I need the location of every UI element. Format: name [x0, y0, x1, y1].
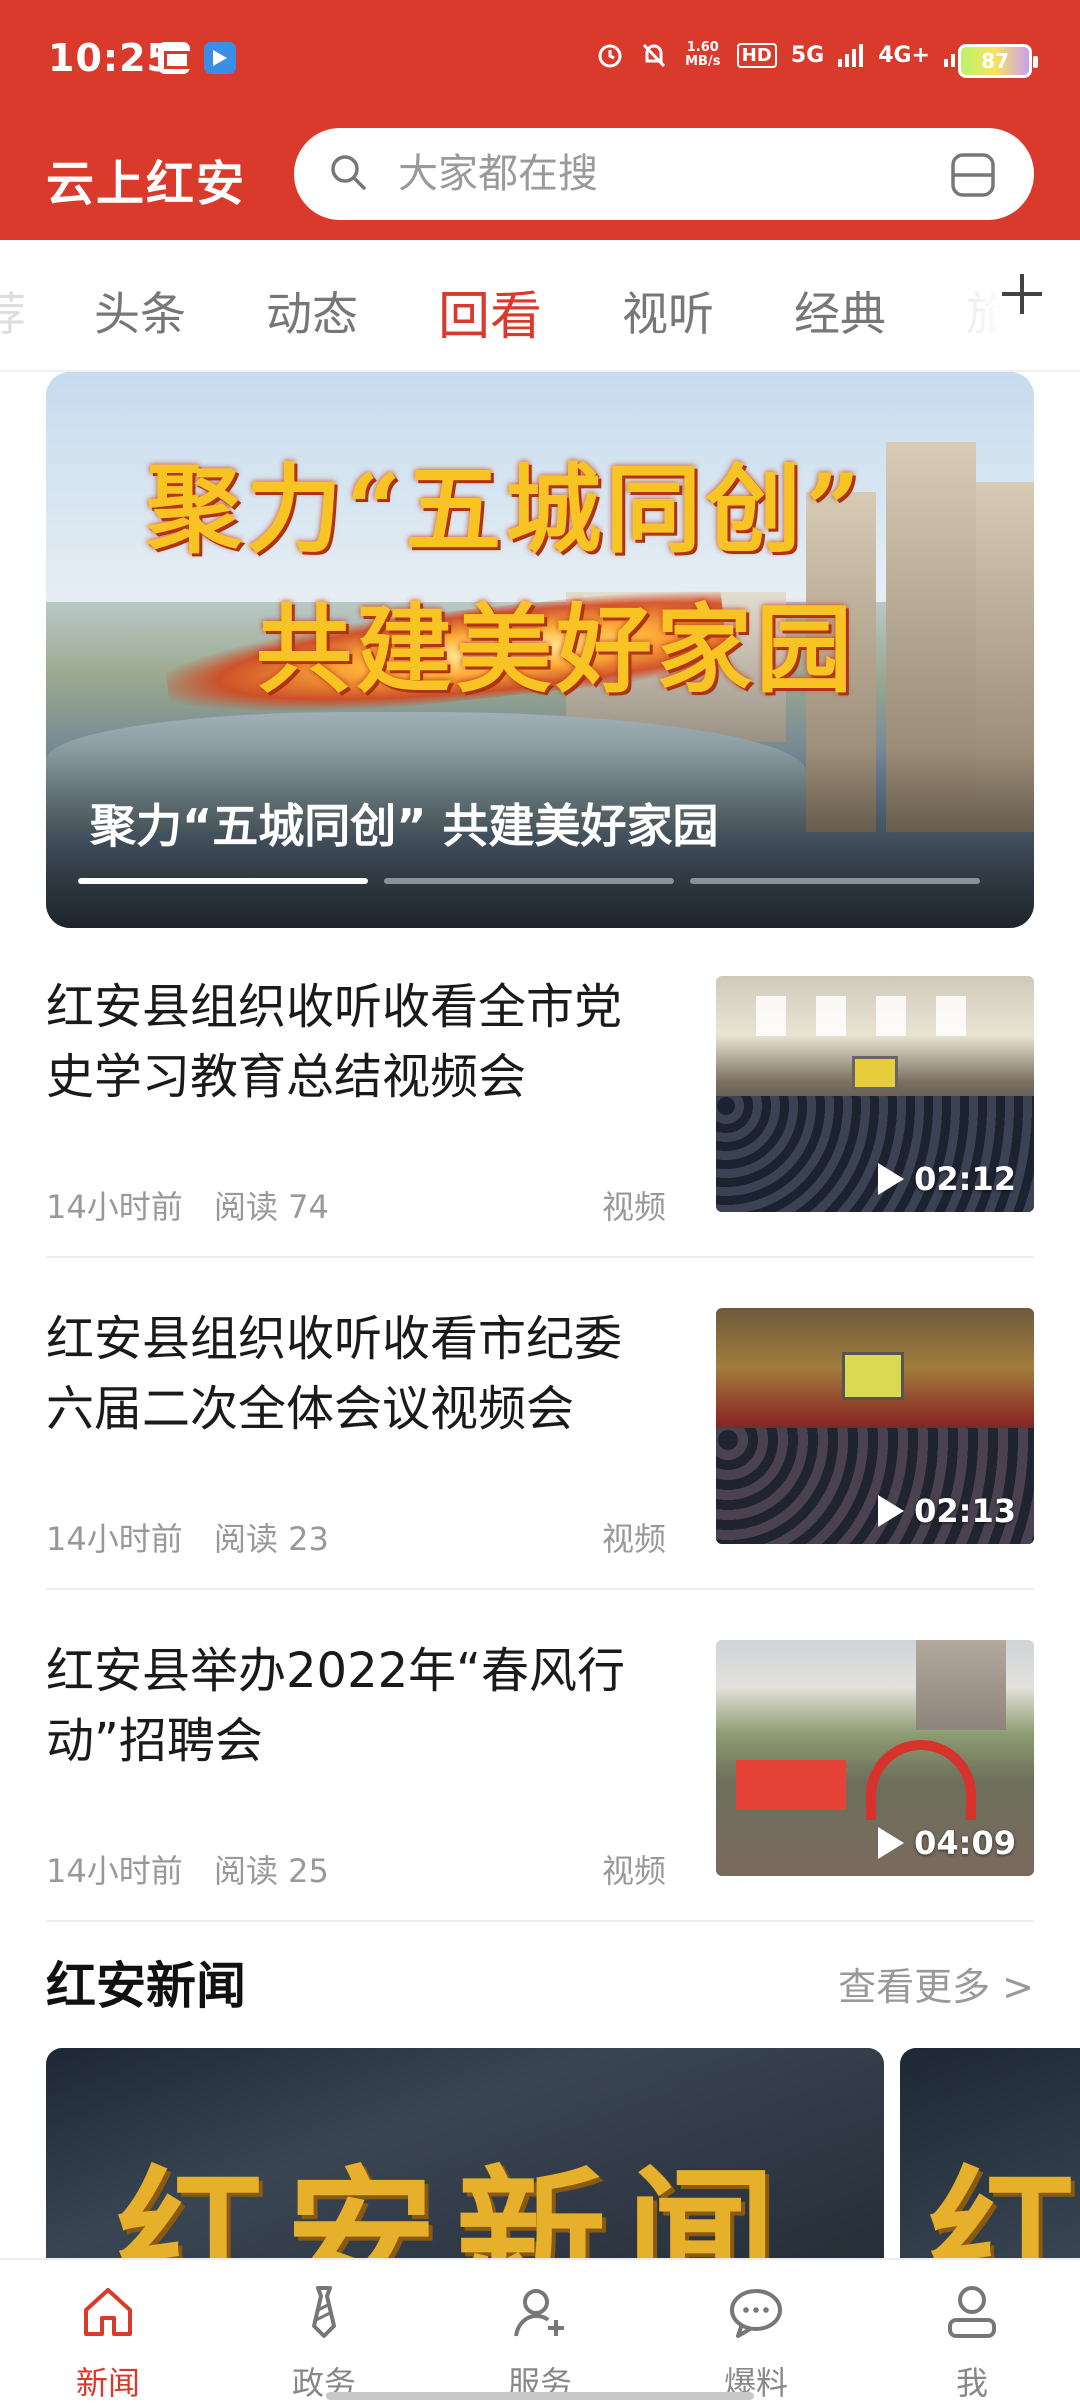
thumb-screen — [842, 1352, 904, 1400]
alarm-icon — [598, 44, 622, 68]
news-type-label: 视频 — [601, 1188, 666, 1226]
system-home-indicator[interactable] — [326, 2392, 754, 2400]
video-duration: 02:13 — [878, 1492, 1016, 1530]
status-bar: 10:25 1.60 MB/s HD 5G 4G+ 87 — [0, 0, 1080, 120]
thumb-ceiling-lights — [756, 996, 996, 1036]
news-thumbnail[interactable]: 02:12 — [716, 976, 1034, 1212]
thumb-screen — [852, 1056, 898, 1090]
divider — [46, 1588, 1034, 1590]
video-duration: 02:12 — [878, 1160, 1016, 1198]
nav-label: 我 — [955, 2364, 988, 2402]
app-title: 云上红安 — [46, 156, 247, 212]
network-speed: 1.60 MB/s — [685, 40, 721, 69]
tab-replay[interactable]: 回看 — [438, 274, 542, 349]
view-more-link[interactable]: 查看更多 > — [838, 1956, 1034, 2011]
home-icon — [84, 2288, 132, 2336]
battery-indicator: 87 — [958, 44, 1038, 78]
banner-overlay-text-2: 共建美好家园 — [256, 593, 856, 706]
search-input[interactable] — [398, 150, 918, 198]
search-bar[interactable] — [294, 128, 1034, 220]
network-4g: 4G+ — [878, 42, 930, 68]
tab-classic[interactable]: 经典 — [794, 278, 886, 344]
thumb-arch — [866, 1740, 976, 1820]
nav-news[interactable]: 新闻 — [0, 2260, 216, 2408]
section-card-text: 红安新闻 — [116, 2151, 797, 2258]
section-video-card-next[interactable]: 红 — [900, 2048, 1080, 2258]
news-thumbnail[interactable]: 04:09 — [716, 1640, 1034, 1876]
channel-tabs: 荐 头条 动态 回看 视听 经典 旅 — [0, 240, 1080, 372]
play-icon — [878, 1495, 905, 1527]
tie-icon — [312, 2286, 336, 2338]
status-time: 10:25 — [48, 36, 174, 80]
duration-text: 04:09 — [914, 1824, 1016, 1862]
tab-recommend[interactable]: 荐 — [0, 278, 26, 344]
mute-bell-icon — [642, 43, 665, 68]
duration-text: 02:12 — [914, 1160, 1016, 1198]
banner-pagination — [78, 878, 1002, 884]
divider — [46, 1920, 1034, 1922]
banner-page-dot[interactable] — [78, 878, 368, 884]
user-add-icon — [514, 2289, 564, 2337]
bottom-navigation: 新闻 政务 服务 爆料 我 — [0, 2258, 1080, 2408]
mail-notification-icon — [158, 42, 190, 74]
nav-services[interactable]: 服务 — [432, 2260, 648, 2408]
thumb-building — [916, 1640, 1006, 1730]
news-list-item[interactable]: 红安县举办2022年“春风行动”招聘会 14小时前 阅读 25 视频 04:09 — [46, 1636, 1034, 1966]
play-icon — [878, 1827, 905, 1859]
section-title: 红安新闻 — [46, 1957, 246, 2015]
news-title: 红安县组织收听收看全市党史学习教育总结视频会 — [46, 979, 623, 1105]
video-duration: 04:09 — [878, 1824, 1016, 1862]
tab-dynamics[interactable]: 动态 — [266, 278, 358, 344]
nav-me[interactable]: 我 — [864, 2260, 1080, 2408]
news-list-item[interactable]: 红安县组织收听收看全市党史学习教育总结视频会 14小时前 阅读 74 视频 02… — [46, 972, 1034, 1302]
news-time: 14小时前 — [46, 1520, 183, 1558]
duration-text: 02:13 — [914, 1492, 1016, 1530]
news-time: 14小时前 — [46, 1188, 183, 1226]
featured-banner[interactable]: 聚力“五城同创” 共建美好家园 聚力“五城同创” 共建美好家园 — [46, 372, 1034, 928]
chat-bubble-icon — [730, 2289, 782, 2338]
news-read-count: 阅读 25 — [214, 1852, 329, 1890]
network-5g: 5G — [790, 42, 825, 68]
thumb-tent — [736, 1760, 846, 1810]
search-icon — [331, 155, 366, 190]
signal-icon — [838, 44, 864, 67]
tab-headlines[interactable]: 头条 — [94, 278, 186, 344]
app-header: 10:25 1.60 MB/s HD 5G 4G+ 87 云上红安 — [0, 0, 1080, 240]
tab-audiovisual[interactable]: 视听 — [622, 278, 714, 344]
news-read-count: 阅读 23 — [214, 1520, 329, 1558]
banner-page-dot[interactable] — [384, 878, 674, 884]
play-icon — [878, 1163, 905, 1195]
scan-icon[interactable] — [950, 152, 996, 198]
news-title: 红安县组织收听收看市纪委六届二次全体会议视频会 — [46, 1311, 623, 1437]
news-title: 红安县举办2022年“春风行动”招聘会 — [46, 1643, 626, 1769]
nav-government[interactable]: 政务 — [216, 2260, 432, 2408]
news-time: 14小时前 — [46, 1852, 183, 1890]
section-card-text-next: 红 — [928, 2151, 1079, 2258]
news-list-item[interactable]: 红安县组织收听收看市纪委六届二次全体会议视频会 14小时前 阅读 23 视频 0… — [46, 1304, 1034, 1634]
banner-overlay-text-1: 聚力“五城同创” — [146, 453, 865, 566]
nav-label: 新闻 — [75, 2364, 140, 2402]
news-type-label: 视频 — [601, 1852, 666, 1890]
app-notification-icon — [204, 42, 236, 74]
banner-page-dot[interactable] — [690, 878, 980, 884]
divider — [46, 1256, 1034, 1258]
hd-badge: HD — [736, 42, 777, 68]
news-thumbnail[interactable]: 02:13 — [716, 1308, 1034, 1544]
news-read-count: 阅读 74 — [214, 1188, 329, 1226]
profile-icon — [948, 2286, 996, 2338]
status-indicators: 1.60 MB/s HD 5G 4G+ — [595, 40, 970, 70]
add-channel-icon[interactable] — [998, 270, 1046, 318]
nav-report[interactable]: 爆料 — [648, 2260, 864, 2408]
section-video-card[interactable]: 红安新闻 — [46, 2048, 884, 2258]
news-type-label: 视频 — [601, 1520, 666, 1558]
banner-caption: 聚力“五城同创” 共建美好家园 — [90, 799, 719, 853]
